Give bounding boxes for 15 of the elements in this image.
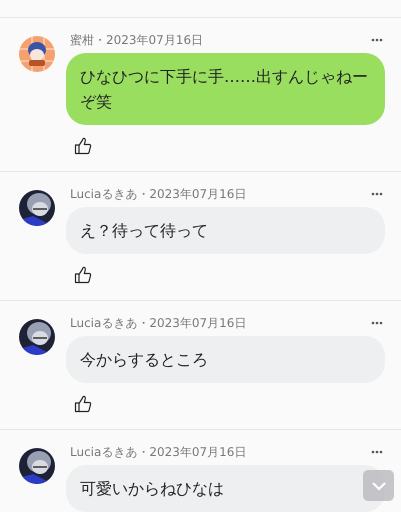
thumbs-up-icon[interactable]	[74, 266, 92, 284]
more-icon[interactable]	[371, 192, 383, 196]
more-icon[interactable]	[371, 38, 383, 42]
message-bubble: 可愛いからねひなは	[66, 465, 385, 512]
author-date: Luciaるきあ・2023年07月16日	[70, 186, 246, 202]
message-bubble: え？待って待って	[66, 207, 385, 254]
more-icon[interactable]	[371, 321, 383, 325]
more-icon[interactable]	[371, 450, 383, 454]
author-date: 蜜柑・2023年07月16日	[70, 32, 204, 48]
author-date: Luciaるきあ・2023年07月16日	[70, 444, 246, 460]
thumbs-up-icon[interactable]	[74, 395, 92, 413]
thumbs-up-icon[interactable]	[74, 137, 92, 155]
author-date: Luciaるきあ・2023年07月16日	[70, 314, 246, 332]
message-bubble: 今からするところ	[66, 336, 385, 383]
message-bubble: ひなひつに下手に手……出すんじゃねーぞ笑	[66, 53, 385, 125]
